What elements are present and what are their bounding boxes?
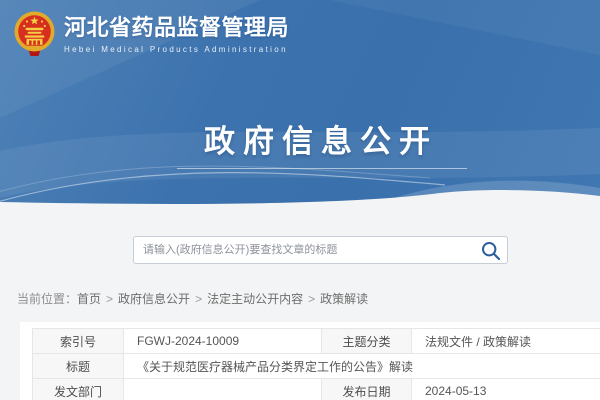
breadcrumb-separator: > — [106, 292, 113, 306]
breadcrumb: 当前位置：首页 > 政府信息公开 > 法定主动公开内容 > 政策解读 — [17, 290, 368, 307]
page: 河北省药品监督管理局 Hebei Medical Products Admini… — [0, 0, 600, 400]
topic-category-value: 法规文件 / 政策解读 — [412, 329, 600, 354]
index-number-value: FGWJ-2024-10009 — [124, 329, 322, 354]
search-button[interactable] — [480, 240, 502, 262]
document-panel: 索引号 FGWJ-2024-10009 主题分类 法规文件 / 政策解读 标题 … — [20, 322, 600, 400]
site-title-block: 河北省药品监督管理局 Hebei Medical Products Admini… — [64, 15, 289, 53]
breadcrumb-item-home[interactable]: 首页 — [77, 292, 101, 306]
china-national-emblem-icon — [14, 11, 55, 58]
breadcrumb-item-policy-interpretation[interactable]: 政策解读 — [320, 292, 368, 306]
search-box — [133, 236, 508, 264]
breadcrumb-separator: > — [195, 292, 202, 306]
document-meta-table: 索引号 FGWJ-2024-10009 主题分类 法规文件 / 政策解读 标题 … — [32, 328, 600, 400]
breadcrumb-item-info-disclosure[interactable]: 政府信息公开 — [118, 292, 190, 306]
site-title-en: Hebei Medical Products Administration — [64, 45, 289, 54]
search-icon — [480, 240, 502, 262]
table-row: 索引号 FGWJ-2024-10009 主题分类 法规文件 / 政策解读 — [33, 329, 600, 354]
publish-date-label: 发布日期 — [322, 379, 412, 400]
breadcrumb-separator: > — [308, 292, 315, 306]
search-input[interactable] — [134, 237, 472, 263]
banner-underline — [177, 168, 467, 169]
site-title-cn: 河北省药品监督管理局 — [64, 15, 289, 41]
title-value: 《关于规范医疗器械产品分类界定工作的公告》解读 — [124, 354, 600, 379]
banner-title: 政府信息公开 — [21, 116, 600, 161]
issuing-department-label: 发文部门 — [33, 379, 124, 400]
index-number-label: 索引号 — [33, 329, 124, 354]
title-label: 标题 — [33, 354, 124, 379]
site-header-banner: 河北省药品监督管理局 Hebei Medical Products Admini… — [0, 0, 600, 212]
topic-category-label: 主题分类 — [322, 329, 412, 354]
table-row: 发文部门 发布日期 2024-05-13 — [33, 379, 600, 400]
breadcrumb-item-statutory-content[interactable]: 法定主动公开内容 — [207, 292, 303, 306]
publish-date-value: 2024-05-13 — [412, 379, 600, 400]
site-brand: 河北省药品监督管理局 Hebei Medical Products Admini… — [14, 11, 289, 58]
breadcrumb-label: 当前位置： — [17, 292, 77, 306]
table-row: 标题 《关于规范医疗器械产品分类界定工作的公告》解读 — [33, 354, 600, 379]
issuing-department-value — [124, 379, 322, 400]
